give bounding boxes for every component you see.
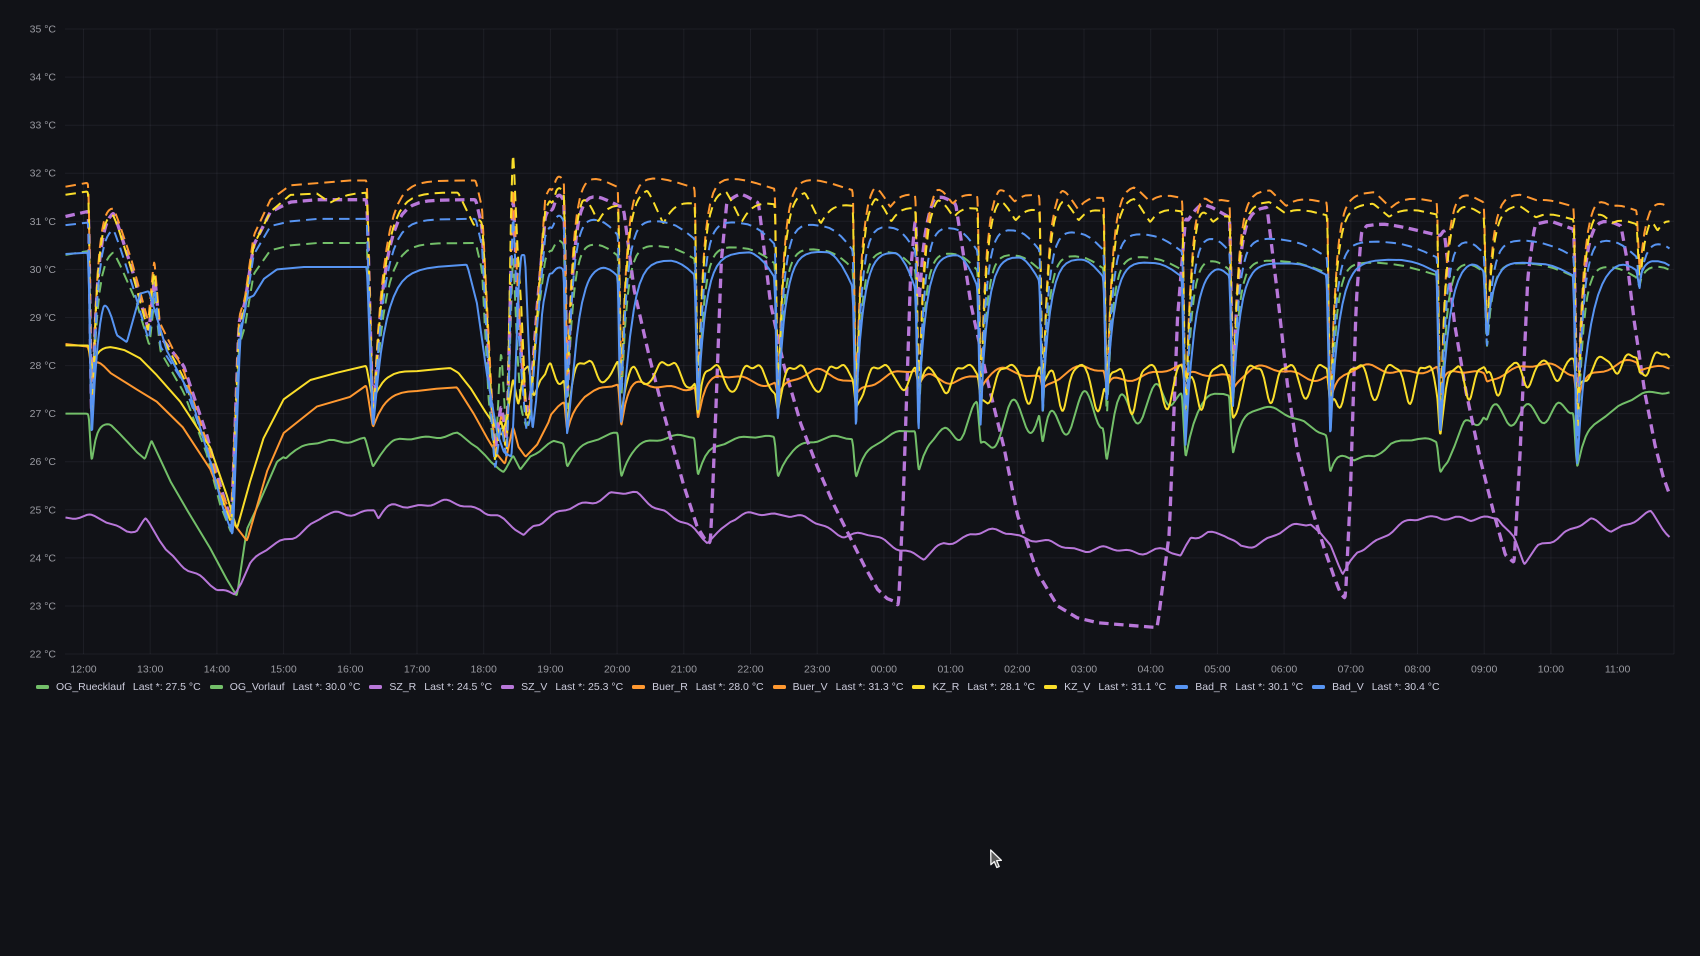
svg-text:17:00: 17:00	[404, 664, 430, 676]
svg-text:21:00: 21:00	[671, 664, 697, 676]
svg-text:24 °C: 24 °C	[30, 552, 57, 564]
svg-text:22 °C: 22 °C	[30, 649, 57, 661]
svg-text:11:00: 11:00	[1605, 664, 1631, 676]
svg-text:22:00: 22:00	[737, 664, 763, 676]
svg-text:00:00: 00:00	[871, 664, 897, 676]
svg-text:25 °C: 25 °C	[30, 504, 57, 516]
svg-text:13:00: 13:00	[137, 664, 163, 676]
svg-text:04:00: 04:00	[1138, 664, 1164, 676]
svg-text:12:00: 12:00	[70, 664, 96, 676]
svg-text:02:00: 02:00	[1004, 664, 1030, 676]
svg-text:07:00: 07:00	[1338, 664, 1364, 676]
svg-text:03:00: 03:00	[1071, 664, 1097, 676]
svg-text:23:00: 23:00	[804, 664, 830, 676]
svg-text:18:00: 18:00	[471, 664, 497, 676]
svg-text:28 °C: 28 °C	[30, 360, 57, 372]
svg-text:23 °C: 23 °C	[30, 601, 57, 613]
svg-text:34 °C: 34 °C	[30, 72, 57, 84]
svg-text:31 °C: 31 °C	[30, 216, 57, 228]
svg-text:16:00: 16:00	[337, 664, 363, 676]
svg-text:20:00: 20:00	[604, 664, 630, 676]
svg-text:01:00: 01:00	[937, 664, 963, 676]
svg-text:27 °C: 27 °C	[30, 408, 57, 420]
svg-text:09:00: 09:00	[1471, 664, 1497, 676]
svg-text:19:00: 19:00	[537, 664, 563, 676]
svg-text:26 °C: 26 °C	[30, 456, 57, 468]
svg-text:08:00: 08:00	[1404, 664, 1430, 676]
svg-text:05:00: 05:00	[1204, 664, 1230, 676]
svg-text:15:00: 15:00	[270, 664, 296, 676]
svg-text:14:00: 14:00	[204, 664, 230, 676]
svg-text:33 °C: 33 °C	[30, 120, 57, 132]
svg-text:30 °C: 30 °C	[30, 264, 57, 276]
svg-text:35 °C: 35 °C	[30, 24, 57, 36]
svg-text:29 °C: 29 °C	[30, 312, 57, 324]
svg-text:32 °C: 32 °C	[30, 168, 57, 180]
svg-text:06:00: 06:00	[1271, 664, 1297, 676]
svg-text:10:00: 10:00	[1538, 664, 1564, 676]
